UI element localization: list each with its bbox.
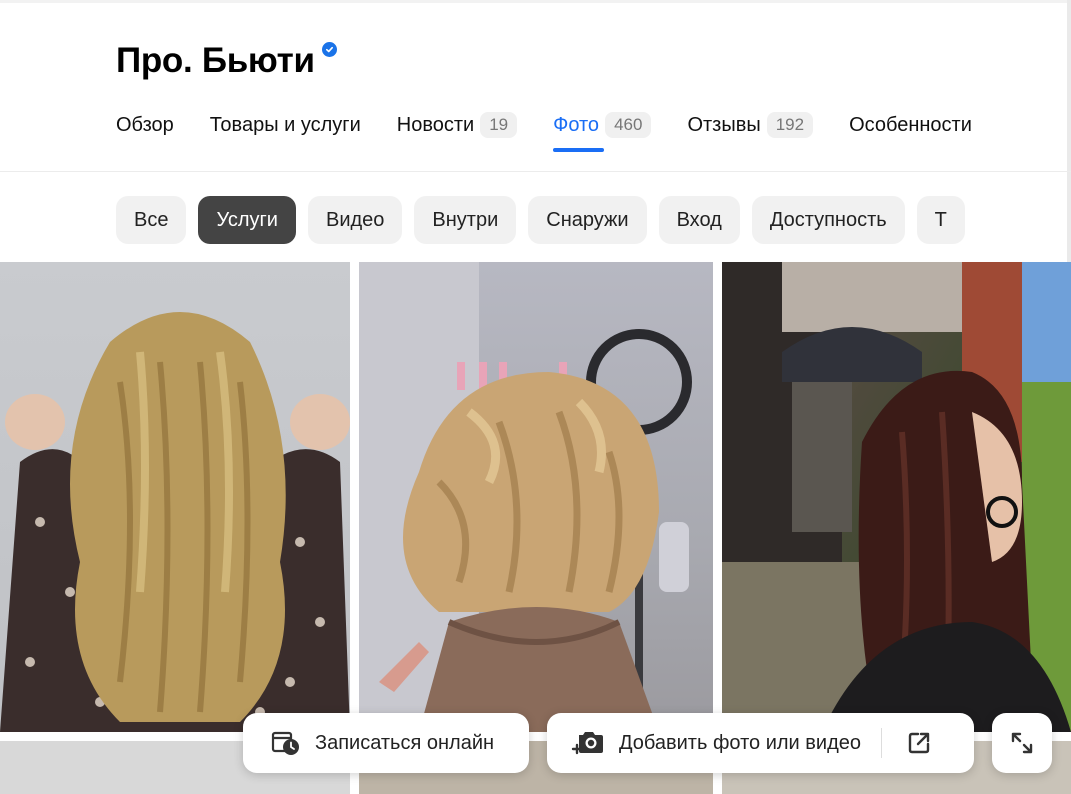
camera-plus-icon xyxy=(571,729,605,757)
tab-news[interactable]: Новости 19 xyxy=(396,110,518,140)
tab-count-badge: 460 xyxy=(605,112,652,138)
header: Про. Бьюти xyxy=(116,40,337,82)
page-title: Про. Бьюти xyxy=(116,41,315,80)
tab-label: Фото xyxy=(553,113,600,136)
tab-label: Новости xyxy=(396,113,475,136)
filter-chip-more[interactable]: Т xyxy=(916,196,965,244)
tab-goods-services[interactable]: Товары и услуги xyxy=(210,110,361,140)
tab-label: Обзор xyxy=(116,113,174,136)
button-separator xyxy=(880,728,882,758)
tab-features[interactable]: Особенности xyxy=(849,110,972,140)
tab-reviews[interactable]: Отзывы 192 xyxy=(687,110,814,140)
tab-photo[interactable]: Фото 460 xyxy=(553,110,652,152)
filter-chip-all[interactable]: Все xyxy=(116,196,187,244)
filter-chip-services[interactable]: Услуги xyxy=(198,196,296,244)
photo-thumbnail[interactable] xyxy=(722,262,1071,732)
photo-thumbnail[interactable] xyxy=(359,262,713,732)
filter-chip-video[interactable]: Видео xyxy=(307,196,403,244)
filter-chip-entrance[interactable]: Вход xyxy=(658,196,740,244)
photo-filter-chips: Все Услуги Видео Внутри Снаружи Вход Дос… xyxy=(116,196,979,244)
expand-icon xyxy=(1009,730,1035,756)
tabs-divider xyxy=(0,171,1071,172)
tab-overview[interactable]: Обзор xyxy=(116,110,174,140)
verified-icon xyxy=(321,42,337,57)
add-photo-button[interactable]: Добавить фото или видео xyxy=(547,713,974,773)
scrollbar[interactable] xyxy=(1067,0,1071,262)
filter-chip-outside[interactable]: Снаружи xyxy=(528,196,647,244)
tab-count-badge: 19 xyxy=(480,112,518,138)
photo-thumbnail[interactable] xyxy=(0,262,350,732)
tabs-bar: Обзор Товары и услуги Новости 19 Фото 46… xyxy=(116,110,972,152)
tab-count-badge: 192 xyxy=(766,112,814,138)
filter-chip-inside[interactable]: Внутри xyxy=(414,196,517,244)
filter-chip-accessibility[interactable]: Доступность xyxy=(751,196,905,244)
external-link-icon[interactable] xyxy=(906,730,932,756)
top-edge xyxy=(0,0,1071,3)
active-tab-indicator xyxy=(553,148,605,152)
tab-label: Товары и услуги xyxy=(209,113,361,136)
tab-label: Особенности xyxy=(849,113,972,136)
expand-button[interactable] xyxy=(992,713,1052,773)
tab-label: Отзывы xyxy=(687,113,761,136)
book-online-label: Записаться онлайн xyxy=(315,731,495,754)
calendar-clock-icon xyxy=(271,729,301,757)
book-online-button[interactable]: Записаться онлайн xyxy=(243,713,529,773)
add-photo-label: Добавить фото или видео xyxy=(619,731,861,754)
